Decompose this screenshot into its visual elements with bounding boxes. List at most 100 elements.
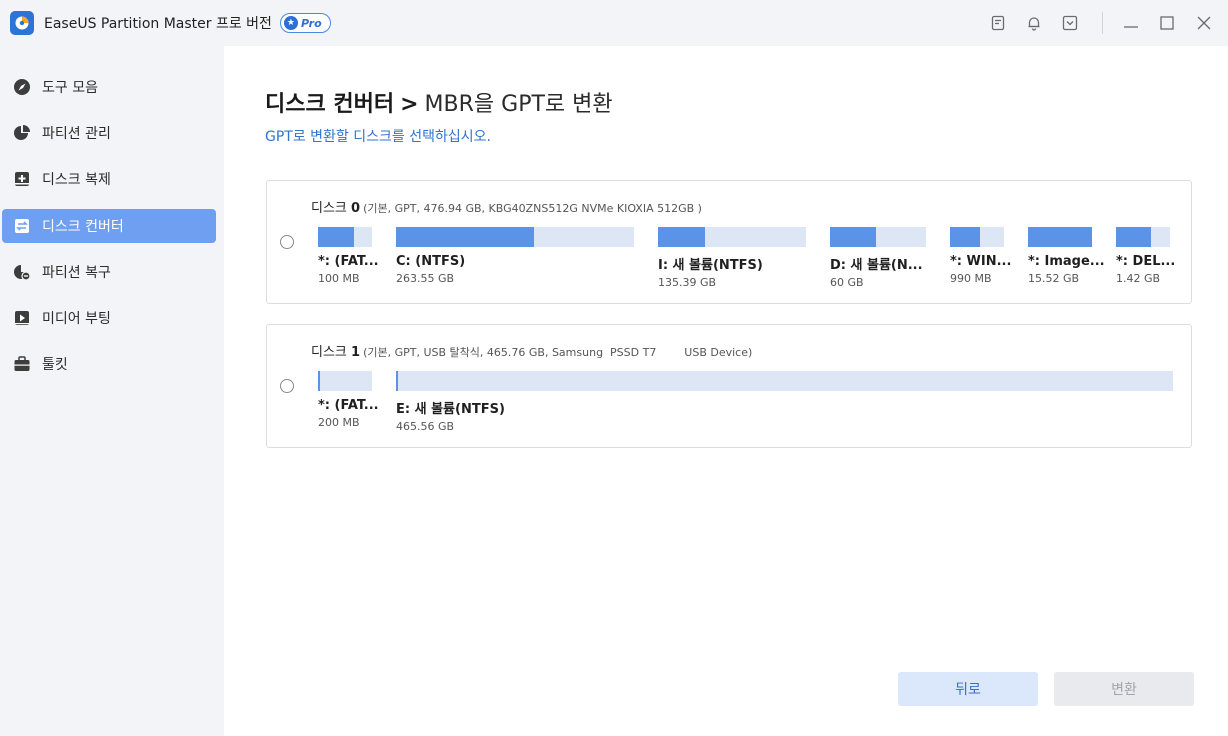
partition-usage — [658, 227, 706, 247]
partition-usage — [1028, 227, 1092, 247]
clone-icon — [12, 169, 32, 189]
bell-icon[interactable] — [1024, 13, 1044, 33]
partition-size: 465.56 GB — [396, 420, 455, 433]
titlebar-divider — [1102, 12, 1103, 34]
sidebar-item-label: 툴킷 — [42, 357, 68, 373]
partition-size: 135.39 GB — [658, 276, 717, 289]
sidebar-item-label: 파티션 관리 — [42, 126, 111, 142]
notes-icon[interactable] — [988, 13, 1008, 33]
partition-name: E: 새 볼륨(NTFS) — [396, 402, 505, 417]
recover-icon — [12, 262, 32, 282]
pro-badge-label: Pro — [300, 16, 322, 30]
partition: *: WIN... 990 MB — [950, 227, 1011, 285]
instruction-text: GPT로 변환할 디스크를 선택하십시오. — [265, 129, 491, 145]
partition-name: *: DEL... — [1116, 254, 1176, 269]
minimize-icon[interactable] — [1121, 13, 1141, 33]
partition: *: (FAT... 100 MB — [318, 227, 379, 285]
sidebar-item-disk-converter[interactable]: 디스크 컨버터 — [2, 209, 216, 243]
partition-name: *: (FAT... — [318, 398, 379, 413]
sidebar: 도구 모음 파티션 관리 디스크 복제 디스크 컨버터 파티션 복구 미디어 부… — [0, 46, 224, 736]
partition-bar — [830, 227, 926, 247]
partition-size: 263.55 GB — [396, 272, 455, 285]
sidebar-item-media-boot[interactable]: 미디어 부팅 — [2, 301, 216, 335]
sidebar-item-label: 디스크 복제 — [42, 172, 111, 188]
partition-bar — [1028, 227, 1092, 247]
disk-index: 0 — [351, 201, 361, 216]
main-panel: 디스크 컨버터 > MBR을 GPT로 변환 GPT로 변환할 디스크를 선택하십시… — [224, 46, 1228, 736]
dropdown-icon[interactable] — [1060, 13, 1080, 33]
disk-card-1[interactable]: 디스크 1 (기본, GPT, USB 탈착식, 465.76 GB, Samsu… — [266, 324, 1192, 448]
disk-radio[interactable] — [280, 379, 294, 393]
sidebar-item-disk-clone[interactable]: 디스크 복제 — [2, 162, 216, 196]
disk-header: 디스크 0 (기본, GPT, 476.94 GB, KBG40ZNS512G N… — [311, 197, 702, 216]
partition: I: 새 볼륨(NTFS) 135.39 GB — [658, 227, 806, 289]
partition: D: 새 볼륨(N... 60 GB — [830, 227, 926, 289]
partition-usage — [396, 227, 535, 247]
partition-bar — [658, 227, 806, 247]
partition-name: *: (FAT... — [318, 254, 379, 269]
partition: *: Image... 15.52 GB — [1028, 227, 1105, 285]
maximize-icon[interactable] — [1157, 13, 1177, 33]
disk-radio[interactable] — [280, 235, 294, 249]
toolbox-icon — [12, 354, 32, 374]
partition-usage — [318, 227, 354, 247]
pro-badge[interactable]: ★ Pro — [279, 13, 331, 33]
partition: *: (FAT... 200 MB — [318, 371, 379, 429]
breadcrumb[interactable]: 디스크 컨버터 — [265, 92, 394, 117]
partition-usage — [950, 227, 981, 247]
sidebar-item-toolkit[interactable]: 툴킷 — [2, 347, 216, 381]
partition: C: (NTFS) 263.55 GB — [396, 227, 634, 285]
partition-bar — [318, 227, 372, 247]
partition-bar — [950, 227, 1004, 247]
star-icon: ★ — [283, 16, 298, 30]
sidebar-item-label: 디스크 컨버터 — [42, 219, 124, 235]
app-logo-icon — [10, 11, 34, 35]
disk-meta: (기본, GPT, USB 탈착식, 465.76 GB, Samsung PS… — [363, 346, 753, 359]
close-icon[interactable] — [1194, 13, 1214, 33]
partition-size: 990 MB — [950, 272, 992, 285]
app-title: EaseUS Partition Master 프로 버전 — [44, 16, 272, 32]
sidebar-item-partition-recovery[interactable]: 파티션 복구 — [2, 255, 216, 289]
partition-size: 1.42 GB — [1116, 272, 1161, 285]
partition-size: 15.52 GB — [1028, 272, 1080, 285]
disk-header: 디스크 1 (기본, GPT, USB 탈착식, 465.76 GB, Samsu… — [311, 341, 752, 360]
pie-chart-icon — [12, 123, 32, 143]
sidebar-item-label: 도구 모음 — [42, 80, 98, 96]
partition-usage — [830, 227, 877, 247]
convert-icon — [12, 216, 32, 236]
partition-size: 200 MB — [318, 416, 360, 429]
title-bar: EaseUS Partition Master 프로 버전 ★ Pro — [0, 0, 1228, 46]
current-page: MBR을 GPT로 변환 — [424, 92, 613, 117]
media-icon — [12, 308, 32, 328]
partition-name: I: 새 볼륨(NTFS) — [658, 258, 763, 273]
convert-button[interactable]: 변환 — [1054, 672, 1194, 706]
compass-icon — [12, 77, 32, 97]
partition-bar — [396, 371, 1173, 391]
disk-index: 1 — [351, 345, 361, 360]
partition-name: *: Image... — [1028, 254, 1105, 269]
partition-size: 60 GB — [830, 276, 864, 289]
partition-name: C: (NTFS) — [396, 254, 466, 269]
partition-bar — [1116, 227, 1170, 247]
partition-usage — [318, 371, 320, 391]
partition-size: 100 MB — [318, 272, 360, 285]
sidebar-item-label: 파티션 복구 — [42, 265, 111, 281]
partition-name: D: 새 볼륨(N... — [830, 258, 923, 273]
partition: *: DEL... 1.42 GB — [1116, 227, 1175, 285]
disk-label: 디스크 — [311, 201, 347, 216]
sidebar-item-tools[interactable]: 도구 모음 — [2, 70, 216, 104]
disk-card-0[interactable]: 디스크 0 (기본, GPT, 476.94 GB, KBG40ZNS512G N… — [266, 180, 1192, 304]
partition-name: *: WIN... — [950, 254, 1012, 269]
sidebar-item-label: 미디어 부팅 — [42, 311, 111, 327]
sidebar-item-partition-manager[interactable]: 파티션 관리 — [2, 116, 216, 150]
partition-usage — [396, 371, 398, 391]
partition-bar — [396, 227, 634, 247]
breadcrumb-separator: > — [400, 92, 419, 117]
back-button[interactable]: 뒤로 — [898, 672, 1038, 706]
partition-bar — [318, 371, 372, 391]
partition-usage — [1116, 227, 1152, 247]
page-title: 디스크 컨버터 > MBR을 GPT로 변환 — [265, 86, 613, 118]
disk-meta: (기본, GPT, 476.94 GB, KBG40ZNS512G NVMe K… — [363, 202, 702, 215]
partition: E: 새 볼륨(NTFS) 465.56 GB — [396, 371, 1173, 433]
disk-label: 디스크 — [311, 345, 347, 360]
